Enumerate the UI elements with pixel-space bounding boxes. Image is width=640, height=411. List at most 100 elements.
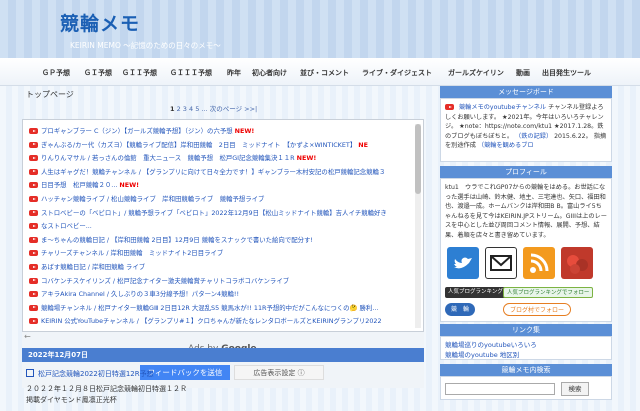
list-item-text[interactable]: りんりんマサル / 若っさんの倫館 重大ニュース 競輪予想 松戸GI記念競輪集決… (41, 154, 295, 162)
list-item-text[interactable]: KEIRIN 公式YouTubeチャンネル / 【グランプリ#１】クロちゃんが新… (41, 317, 382, 325)
list-item-text[interactable]: コバケンチスケイリンズ / 松戸記念ナイター激夫競輪賞チャリトコラボコバケンライ… (41, 277, 289, 285)
youtube-icon (29, 209, 38, 216)
ranking-badges: 人気ブログランキング 人気ブログランキングでフォロー (445, 287, 609, 299)
list-item[interactable]: コバケンチスケイリンズ / 松戸記念ナイター激夫競輪賞チャリトコラボコバケンライ… (29, 276, 413, 286)
youtube-icon (29, 250, 38, 257)
post-body-line: 掲載ダイヤモンド鳳凛正光杯 (26, 396, 117, 404)
food-photo-icon[interactable] (561, 247, 593, 279)
message-link-blog[interactable]: （競輪を観めるブロ (478, 142, 534, 149)
keirin-button[interactable]: 競 輪 (445, 303, 476, 316)
mail-icon[interactable] (485, 247, 517, 279)
profile-text: ktu1 ウラでこれGP07からの競輪をはめる。お世話になった選手は山崎、鈴木健… (445, 184, 607, 239)
message-link-youtube[interactable]: 競輪メモのyoutubeチャンネル (459, 104, 546, 111)
nav-item-g1[interactable]: ＧＩ予想 (84, 68, 112, 78)
youtube-icon (29, 236, 38, 243)
message-link-tetsu[interactable]: （鉄の記録） (515, 133, 552, 140)
nav-item-number-tool[interactable]: 出目発生ツール (542, 68, 591, 78)
rss-icon[interactable] (523, 247, 555, 279)
search-widget: 検索 (440, 376, 612, 400)
nav-item-comments[interactable]: 並び・コメント (300, 68, 349, 78)
list-item-text[interactable]: プロギャンブラー C（ジン）【ガールズ競輪予想】（ジン）の六予想 (41, 127, 233, 135)
list-item-text[interactable]: ぎゃんぶる/カー代（カズヨ）【競輪ライブ配信】岸和田競輪 2日目 ミッドナイト … (41, 141, 356, 149)
pager-next[interactable]: 次のページ (210, 105, 242, 113)
list-item[interactable]: 競輪場チャンネル / 松戸ナイター競輪GⅢ 2日目12R 大混乱S5 競馬水が!… (29, 303, 413, 313)
pagination: 1 2 3 4 5 ... 次のページ >>| (170, 103, 257, 113)
post-body-line: ２０２２年１２月８日松戸記念競輪初日特選１２Ｒ (26, 385, 187, 393)
nav-item-beginner[interactable]: 初心者向け (252, 68, 287, 78)
nav-item-live-digest[interactable]: ライブ・ダイジェスト (362, 68, 432, 78)
list-item[interactable]: ま〜ちゃんの競輪日記 / 【岸和田競輪 2日目】12月9日 競輪をスナックで書い… (29, 235, 413, 245)
list-item-text[interactable]: ま〜ちゃんの競輪日記 / 【岸和田競輪 2日目】12月9日 競輪をスナックで書い… (41, 236, 313, 244)
site-header: 競輪メモ KEIRIN MEMO 〜記憶のための日々のメモ〜 (0, 0, 640, 58)
blogmura-follow-button[interactable]: ブログ村でフォロー (503, 303, 572, 316)
nav-item-last-year[interactable]: 昨年 (227, 68, 241, 78)
site-subtitle: KEIRIN MEMO 〜記憶のための日々のメモ〜 (70, 41, 221, 50)
profile-title: プロフィール (440, 166, 612, 178)
list-item[interactable]: プロギャンブラー C（ジン）【ガールズ競輪予想】（ジン）の六予想 NEW! (29, 126, 413, 136)
search-title: 競輪メモ内検索 (440, 364, 612, 376)
youtube-icon (29, 182, 38, 189)
post-title-text[interactable]: 松戸記念競輪2022初日特選12R予想 (38, 370, 154, 378)
list-item[interactable]: ハッチャン競輪ライブ / 松山競輪ライブ 岸和田競輪ライブ 競輪予想ライブ (29, 194, 413, 204)
message-text: 競輪メモのyoutubeチャンネル チャンネル登録よろしくお願いします。 ★20… (445, 103, 607, 151)
youtube-icon (29, 155, 38, 162)
post-title[interactable]: 松戸記念競輪2022初日特選12R予想 (26, 369, 154, 379)
list-item[interactable]: ストロベビーの「ベビロト」/ 競輪予想ライブ「ベビロト」2022年12月9日【松… (29, 208, 413, 218)
list-item[interactable]: アキラAkira Channel / 久しぶりの３車3分線予想！パターン4競輪!… (29, 289, 413, 299)
list-item-text[interactable]: 競輪場チャンネル / 松戸ナイター競輪GⅢ 2日目12R 大混乱S5 競馬水が!… (41, 304, 378, 312)
list-item-text[interactable]: チャリーズチャンネル / 岸和田競輪 ミッドナイト2日目ライブ (41, 249, 223, 257)
ranking-follow-badge[interactable]: 人気ブログランキングでフォロー (503, 287, 594, 298)
main-content: トップページ 1 2 3 4 5 ... 次のページ >>| プロギャンブラー … (18, 86, 428, 411)
youtube-icon (29, 128, 38, 134)
youtube-icon (29, 196, 38, 202)
list-item-text[interactable]: なストロベビー... (41, 222, 92, 230)
profile-widget: ktu1 ウラでこれGP07からの競輪をはめる。お世話になった選手は山崎、鈴木健… (440, 178, 612, 322)
nav-item-video[interactable]: 動画 (516, 68, 530, 78)
pager-current: 1 (170, 105, 175, 113)
new-badge: NE (358, 140, 368, 149)
search-button[interactable]: 検索 (561, 382, 589, 396)
list-item[interactable]: ぎゃんぶる/カー代（カズヨ）【競輪ライブ配信】岸和田競輪 2日目 ミッドナイト … (29, 140, 413, 150)
new-badge: NEW! (119, 181, 140, 190)
page-title: トップページ (26, 90, 74, 99)
youtube-icon (29, 318, 38, 325)
scroll-thumb[interactable] (415, 124, 421, 194)
twitter-icon[interactable] (447, 247, 479, 279)
youtube-icon (29, 277, 38, 284)
list-item-text[interactable]: 日目予想 松戸競輪２０... (41, 181, 117, 189)
scrollbar[interactable] (415, 124, 421, 328)
nav-item-gp[interactable]: ＧＰ予想 (42, 68, 70, 78)
back-arrow-icon[interactable]: ← (24, 332, 31, 341)
list-item[interactable]: KEIRIN 公式YouTubeチャンネル / 【グランプリ#１】クロちゃんが新… (29, 316, 413, 326)
list-item[interactable]: 日目予想 松戸競輪２０... NEW! (29, 180, 413, 190)
pager-pages[interactable]: 2 3 4 5 ... (177, 105, 208, 113)
new-badge: NEW! (234, 127, 255, 135)
list-item[interactable]: 人生はギャグだ！競輪チャンネル / 【グランプリに向けて日々全力です！】ギャンブ… (29, 167, 413, 177)
list-item-text[interactable]: ストロベビーの「ベビロト」/ 競輪予想ライブ「ベビロト」2022年12月9日【松… (41, 209, 387, 217)
search-input[interactable] (445, 383, 555, 395)
link-item[interactable]: 競輪場のyoutube 地区別 (445, 349, 519, 359)
list-item[interactable]: りんりんマサル / 若っさんの倫館 重大ニュース 競輪予想 松戸GI記念競輪集決… (29, 153, 413, 163)
youtube-icon (29, 304, 38, 311)
global-nav: ＧＰ予想 ＧＩ予想 ＧＩＩ予想 ＧＩＩＩ予想 昨年 初心者向け 並び・コメント … (0, 58, 640, 86)
youtube-icon (29, 264, 38, 270)
pager-last[interactable]: >>| (244, 105, 257, 113)
link-item[interactable]: 競輪場巡りのyoutubeいろいろ (445, 339, 537, 349)
nav-item-girls-keirin[interactable]: ガールズケイリン (448, 68, 504, 78)
links-title: リンク集 (440, 324, 612, 336)
site-title[interactable]: 競輪メモ (60, 9, 140, 36)
youtube-icon (29, 168, 38, 175)
list-item-text[interactable]: 人生はギャグだ！競輪チャンネル / 【グランプリに向けて日々全力です！】ギャンブ… (41, 168, 385, 176)
nav-item-g3[interactable]: ＧＩＩＩ予想 (170, 68, 212, 78)
list-item[interactable]: チャリーズチャンネル / 岸和田競輪 ミッドナイト2日目ライブ (29, 248, 413, 258)
list-item[interactable]: あばす競輪日記 / 岸和田競輪 ライブ (29, 262, 413, 272)
list-item[interactable]: なストロベビー... (29, 221, 413, 231)
social-icons (447, 247, 607, 283)
list-item-text[interactable]: ハッチャン競輪ライブ / 松山競輪ライブ 岸和田競輪ライブ 競輪予想ライブ (41, 195, 264, 203)
list-item-text[interactable]: あばす競輪日記 / 岸和田競輪 ライブ (41, 263, 145, 271)
ad-settings-button[interactable]: 広告表示設定 ⓘ (234, 365, 324, 380)
ranking-badge[interactable]: 人気ブログランキング (445, 287, 506, 298)
list-item-text[interactable]: アキラAkira Channel / 久しぶりの３車3分線予想！パターン4競輪!… (41, 290, 239, 298)
nav-item-g2[interactable]: ＧＩＩ予想 (122, 68, 157, 78)
youtube-icon (445, 104, 454, 110)
